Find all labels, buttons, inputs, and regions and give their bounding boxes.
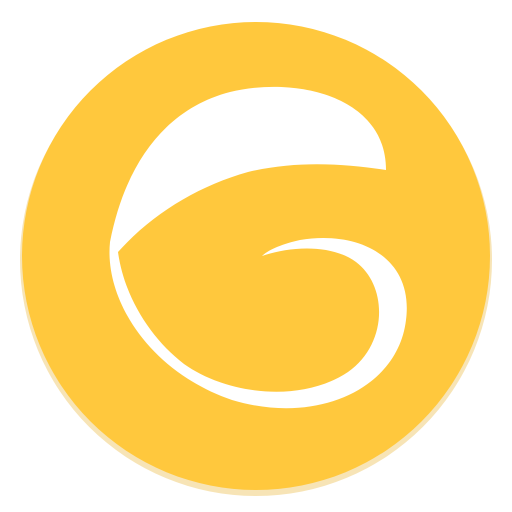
app-logo-icon[interactable]	[0, 0, 512, 512]
icon-canvas	[0, 0, 512, 512]
